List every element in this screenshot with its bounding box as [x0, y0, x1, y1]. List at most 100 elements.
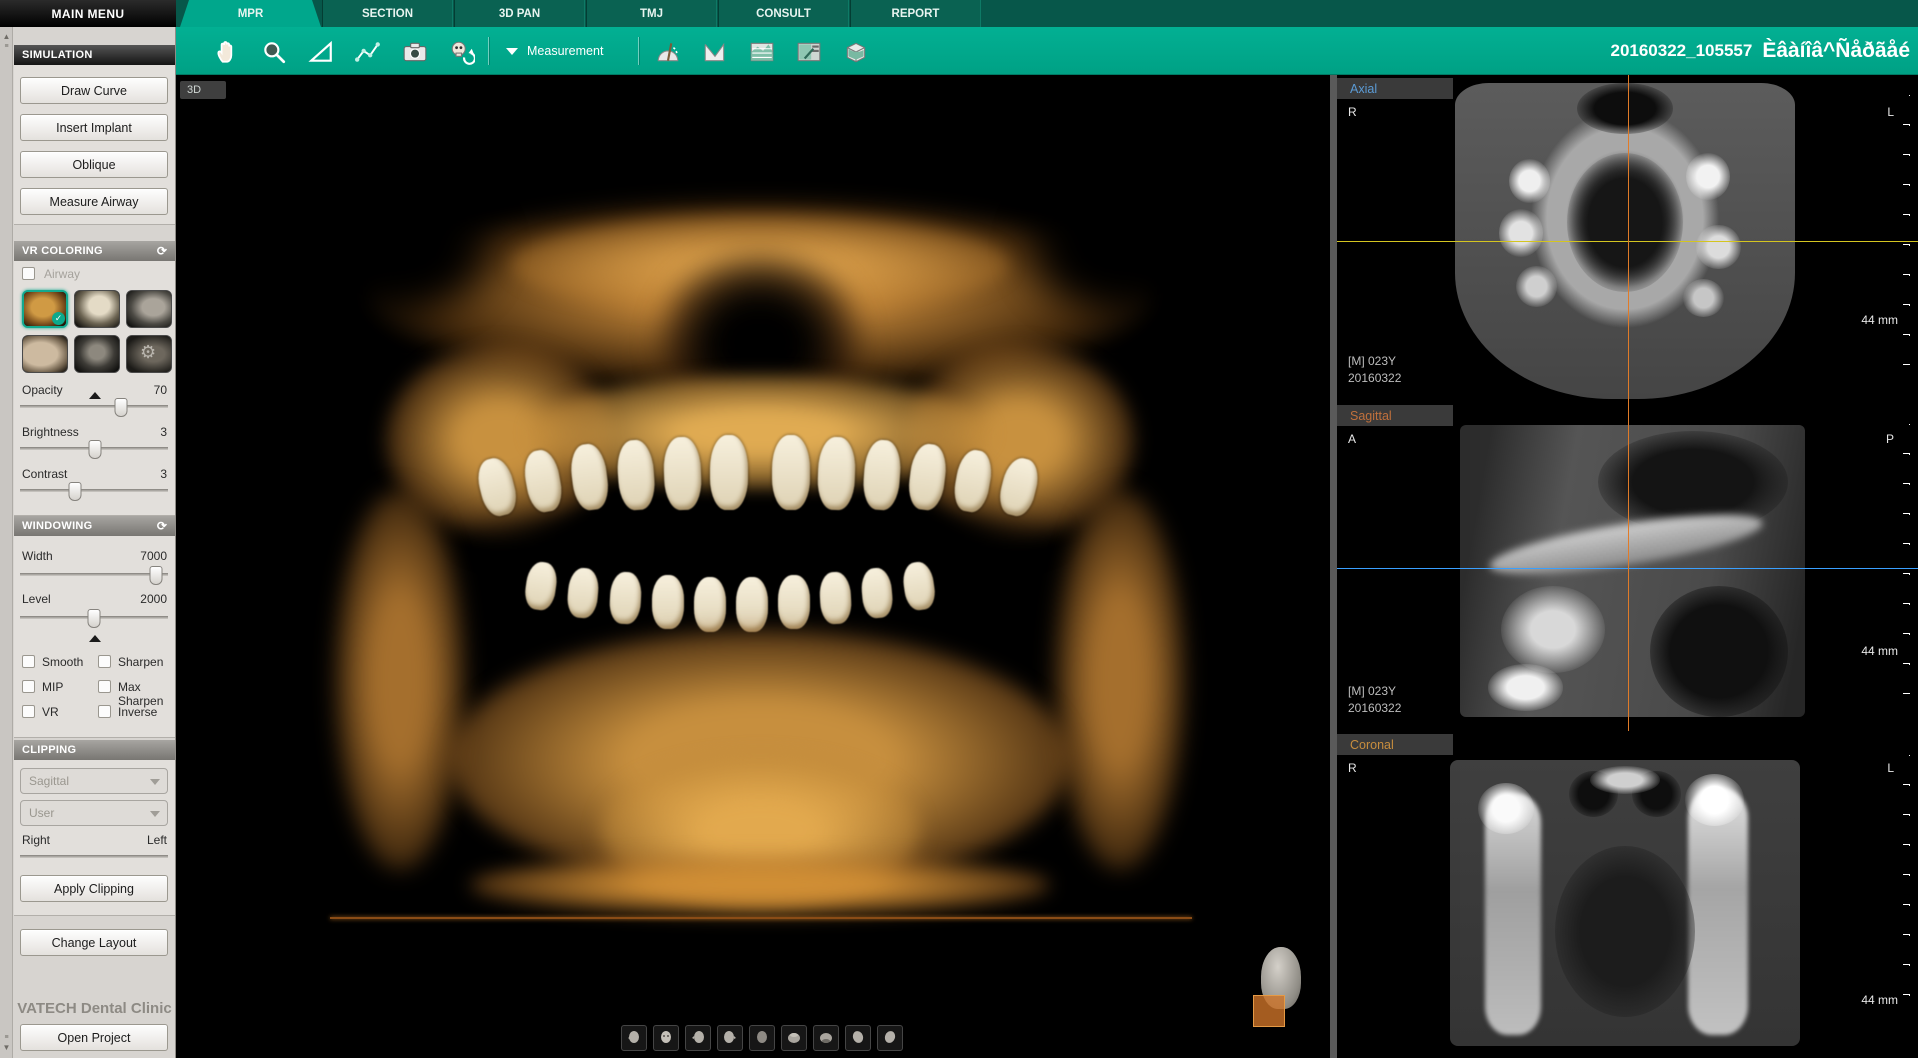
scroll-grip-icon: ≡ — [2, 43, 11, 51]
reset-view-icon[interactable] — [446, 36, 478, 68]
tab-3d-pan[interactable]: 3D PAN — [454, 0, 585, 27]
axial-crosshair-vertical[interactable] — [1628, 75, 1629, 402]
toolbar-separator — [488, 37, 489, 65]
width-slider[interactable] — [20, 573, 168, 576]
view-preset-top[interactable] — [781, 1025, 807, 1051]
sidebar-scrollbar[interactable]: ▲ ≡ ≡ ▼ — [0, 27, 13, 1058]
sagittal-right-label: P — [1886, 432, 1894, 446]
mip-label: MIP — [42, 680, 63, 694]
change-layout-button[interactable]: Change Layout — [20, 929, 168, 956]
vr-checkbox[interactable] — [22, 705, 35, 718]
patient-name: Èâàíîâ^Ñåðãåé — [1762, 39, 1910, 63]
tab-mpr[interactable]: MPR — [180, 0, 321, 27]
tab-report[interactable]: REPORT — [850, 0, 981, 27]
smooth-checkbox[interactable] — [22, 655, 35, 668]
mpr-panel: Axial R L [M] 023Y 20160322 44 mm Sagitt… — [1337, 75, 1918, 1058]
tooth-shape — [817, 436, 857, 510]
vr-preset-bone-color[interactable]: ✓ — [22, 290, 68, 328]
sagittal-ruler — [1902, 424, 1910, 694]
tab-tmj[interactable]: TMJ — [586, 0, 717, 27]
3d-viewport[interactable]: 3D — [176, 75, 1330, 1058]
vr-preset-xray[interactable] — [126, 290, 172, 328]
angle-measure-icon[interactable] — [652, 36, 684, 68]
view-preset-back[interactable] — [749, 1025, 775, 1051]
pan-tool-icon[interactable] — [211, 36, 243, 68]
clipping-mode-select[interactable]: User — [20, 800, 168, 826]
view-preset-front-left[interactable] — [621, 1025, 647, 1051]
sagittal-crosshair-vertical[interactable] — [1628, 402, 1629, 731]
sharpen-checkbox[interactable] — [98, 655, 111, 668]
refresh-icon[interactable]: ⟳ — [155, 519, 169, 533]
view-preset-left[interactable] — [685, 1025, 711, 1051]
vr-label: VR — [42, 705, 59, 719]
profile-measure-icon[interactable] — [699, 36, 731, 68]
insert-implant-button[interactable]: Insert Implant — [20, 114, 168, 141]
zoom-tool-icon[interactable] — [258, 36, 290, 68]
tab-consult[interactable]: CONSULT — [718, 0, 849, 27]
max-sharpen-checkbox[interactable] — [98, 680, 111, 693]
coronal-pane-title[interactable]: Coronal — [1337, 734, 1453, 755]
draw-curve-button[interactable]: Draw Curve — [20, 77, 168, 104]
collapse-arrow-icon[interactable] — [89, 392, 101, 399]
vr-preset-bone-white[interactable] — [74, 290, 120, 328]
oblique-button[interactable]: Oblique — [20, 151, 168, 178]
vr-preset-soft-tissue[interactable] — [22, 335, 68, 373]
vr-coloring-section-header: VR COLORING ⟳ — [14, 241, 175, 261]
left-sidebar: ▲ ≡ ≡ ▼ SIMULATION Draw Curve Insert Imp… — [0, 27, 176, 1058]
pano-view-icon[interactable] — [746, 36, 778, 68]
view-preset-iso-right[interactable] — [877, 1025, 903, 1051]
refresh-icon[interactable]: ⟳ — [155, 244, 169, 258]
coronal-pane[interactable]: Coronal R L 44 mm — [1337, 731, 1918, 1058]
orientation-indicator[interactable] — [1253, 947, 1309, 1031]
axial-pane[interactable]: Axial R L [M] 023Y 20160322 44 mm — [1337, 75, 1918, 402]
view-preset-iso-left[interactable] — [845, 1025, 871, 1051]
width-slider-handle[interactable] — [150, 566, 163, 585]
volume-3d-icon[interactable] — [840, 36, 872, 68]
sagittal-scale-label: 44 mm — [1861, 644, 1898, 658]
contrast-slider[interactable] — [20, 489, 168, 492]
clipping-plane-select[interactable]: Sagittal — [20, 768, 168, 794]
level-value: 2000 — [140, 592, 167, 606]
collapse-arrow-icon[interactable] — [89, 635, 101, 642]
main-menu-button[interactable]: MAIN MENU — [0, 0, 176, 27]
view-preset-right[interactable] — [717, 1025, 743, 1051]
airway-checkbox[interactable] — [22, 267, 35, 280]
level-slider[interactable] — [20, 616, 168, 619]
mip-checkbox[interactable] — [22, 680, 35, 693]
opacity-slider[interactable] — [20, 405, 168, 408]
capture-icon[interactable] — [399, 36, 431, 68]
brightness-slider[interactable] — [20, 447, 168, 450]
brightness-slider-handle[interactable] — [89, 440, 102, 459]
scroll-up-icon[interactable]: ▲ — [2, 33, 11, 41]
annotation-icon[interactable] — [793, 36, 825, 68]
polyline-measure-icon[interactable] — [352, 36, 384, 68]
chevron-down-icon — [506, 48, 518, 55]
clipping-slider[interactable] — [20, 855, 168, 858]
view-preset-front[interactable] — [653, 1025, 679, 1051]
vr-preset-mip[interactable] — [74, 335, 120, 373]
axial-pane-title[interactable]: Axial — [1337, 78, 1453, 99]
open-project-button[interactable]: Open Project — [20, 1024, 168, 1051]
opacity-slider-handle[interactable] — [114, 398, 127, 417]
sagittal-pane[interactable]: Sagittal A P [M] 023Y 20160322 44 mm — [1337, 402, 1918, 731]
3d-volume-render[interactable] — [330, 200, 1190, 930]
vr-preset-custom[interactable]: ⚙ — [126, 335, 172, 373]
panel-divider[interactable] — [1330, 75, 1337, 1058]
view-preset-row — [621, 1025, 903, 1051]
scroll-down-icon[interactable]: ▼ — [2, 1044, 11, 1052]
view-preset-bottom[interactable] — [813, 1025, 839, 1051]
slope-measure-icon[interactable] — [305, 36, 337, 68]
measure-airway-button[interactable]: Measure Airway — [20, 188, 168, 215]
sagittal-pane-title[interactable]: Sagittal — [1337, 405, 1453, 426]
width-label: Width — [22, 549, 53, 563]
coronal-scale-label: 44 mm — [1861, 993, 1898, 1007]
tab-section[interactable]: SECTION — [322, 0, 453, 27]
contrast-slider-handle[interactable] — [68, 482, 81, 501]
level-slider-handle[interactable] — [88, 609, 101, 628]
patient-id: 20160322_105557 — [1610, 41, 1752, 61]
apply-clipping-button[interactable]: Apply Clipping — [20, 875, 168, 902]
inverse-checkbox[interactable] — [98, 705, 111, 718]
tooth-shape — [523, 560, 559, 612]
measurement-dropdown[interactable]: Measurement — [506, 27, 603, 75]
application-window: MAIN MENU MPR SECTION 3D PAN TMJ CONSULT… — [0, 0, 1918, 1058]
